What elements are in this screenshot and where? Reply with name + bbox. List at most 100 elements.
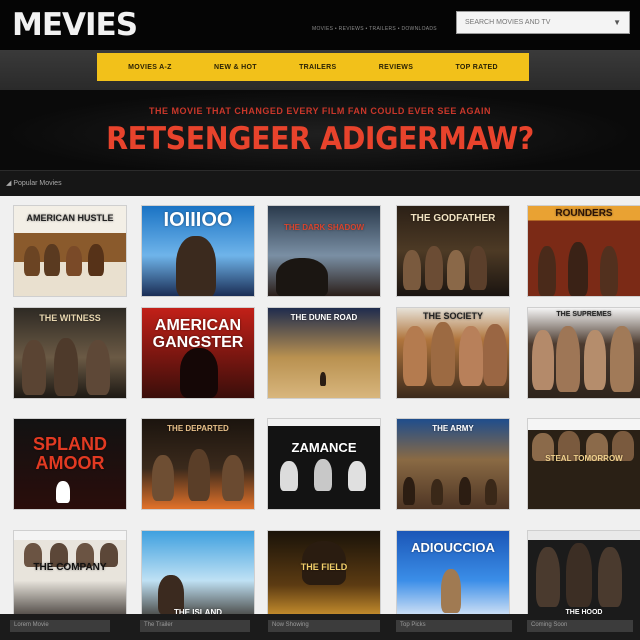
poster-title: STEAL TOMORROW — [545, 454, 623, 463]
movie-poster[interactable]: THE DARK SHADOW — [267, 205, 381, 297]
movie-poster[interactable]: THE ARMY — [396, 418, 510, 510]
poster-figure — [538, 246, 556, 296]
search-box[interactable]: ▼ — [456, 11, 630, 34]
poster-figure — [24, 246, 40, 276]
movie-poster[interactable]: THE DEPARTED — [141, 418, 255, 510]
movie-poster[interactable]: STEAL TOMORROW — [527, 418, 640, 510]
poster-figure — [222, 455, 244, 501]
poster-figure — [22, 340, 46, 395]
poster-figure — [54, 338, 78, 396]
movie-poster[interactable]: THE COMPANY — [13, 530, 127, 622]
poster-figure — [459, 326, 483, 386]
site-tagline: MOVIES • REVIEWS • TRAILERS • DOWNLOADS — [312, 26, 437, 32]
poster-figure — [441, 569, 461, 613]
poster-figure — [566, 543, 592, 607]
poster-figure — [152, 455, 174, 501]
poster-title: THE DEPARTED — [167, 424, 229, 433]
poster-title: THE DARK SHADOW — [284, 223, 364, 232]
poster-title: IOIIIOO — [163, 209, 233, 231]
poster-figure — [556, 326, 580, 392]
poster-title: THE FIELD — [300, 562, 348, 572]
bottom-strip: Lorem Movie The Trailer Now Showing Top … — [0, 614, 640, 640]
nav-item-reviews[interactable]: REVIEWS — [379, 64, 413, 71]
nav-item-trailers[interactable]: TRAILERS — [299, 64, 336, 71]
poster-title: ADIOUCCIOA — [411, 540, 495, 555]
movie-poster[interactable]: ADIOUCCIOA — [396, 530, 510, 622]
movie-poster[interactable]: THE HOOD — [527, 530, 640, 622]
hero-kicker: THE MOVIE THAT CHANGED EVERY FILM FAN CO… — [148, 106, 492, 116]
movie-poster[interactable]: ZAMANCE — [267, 418, 381, 510]
movie-poster[interactable]: SPLAND AMOOR — [13, 418, 127, 510]
movie-poster[interactable]: THE GODFATHER — [396, 205, 510, 297]
search-dropdown-icon[interactable]: ▼ — [613, 18, 621, 27]
movie-poster[interactable]: THE SUPREMES — [527, 307, 640, 399]
poster-figure — [176, 236, 216, 296]
poster-figure — [320, 372, 326, 386]
footer-link-3[interactable]: Now Showing — [272, 622, 309, 628]
nav-item-new[interactable]: NEW & HOT — [214, 64, 257, 71]
poster-figure — [56, 481, 70, 503]
movie-poster[interactable]: ROUNDERS — [527, 205, 640, 297]
movie-poster[interactable]: THE WITNESS — [13, 307, 127, 399]
poster-figure — [536, 547, 560, 607]
poster-figure — [180, 348, 218, 398]
poster-figure — [86, 340, 110, 395]
movie-poster[interactable]: AMERICAN GANGSTER — [141, 307, 255, 399]
movie-poster[interactable]: THE DUNE ROAD — [267, 307, 381, 399]
main-nav: MOVIES A-Z NEW & HOT TRAILERS REVIEWS TO… — [97, 53, 529, 81]
poster-title: AMERICAN HUSTLE — [26, 213, 114, 223]
nav-item-movies[interactable]: MOVIES A-Z — [128, 64, 172, 71]
search-input[interactable] — [465, 19, 614, 26]
movie-poster[interactable]: THE ISLAND — [141, 530, 255, 622]
poster-title: THE SOCIETY — [422, 311, 483, 321]
poster-figure — [188, 449, 210, 501]
poster-figure — [431, 479, 443, 505]
footer-link-2[interactable]: The Trailer — [144, 622, 173, 628]
footer-link-4[interactable]: Top Picks — [400, 622, 426, 628]
footer-link-5[interactable]: Coming Soon — [531, 622, 567, 628]
hero-banner[interactable]: THE MOVIE THAT CHANGED EVERY FILM FAN CO… — [0, 90, 640, 170]
poster-figure — [88, 244, 104, 276]
poster-figure — [584, 330, 606, 390]
poster-title: ZAMANCE — [291, 440, 357, 455]
poster-figure — [280, 461, 298, 491]
footer-link-1[interactable]: Lorem Movie — [14, 622, 49, 628]
poster-figure — [469, 246, 487, 290]
poster-figure — [532, 330, 554, 390]
site-logo[interactable]: MEVIES — [12, 6, 138, 44]
poster-title: THE COMPANY — [33, 562, 107, 573]
poster-figure — [568, 242, 588, 296]
poster-figure — [425, 246, 443, 290]
poster-figure — [66, 246, 82, 276]
poster-figure — [598, 547, 622, 607]
breadcrumb[interactable]: ◢ Popular Movies — [6, 179, 62, 187]
poster-figure — [403, 326, 427, 386]
nav-item-top-rated[interactable]: TOP RATED — [455, 64, 497, 71]
poster-title: THE WITNESS — [39, 313, 101, 323]
poster-figure — [276, 258, 328, 296]
poster-title: THE GODFATHER — [410, 213, 496, 224]
poster-figure — [610, 326, 634, 392]
poster-figure — [44, 244, 60, 276]
movie-poster[interactable]: AMERICAN HUSTLE — [13, 205, 127, 297]
poster-figure — [483, 324, 507, 386]
poster-title: AMERICAN GANGSTER — [152, 317, 244, 351]
poster-title: ROUNDERS — [555, 208, 613, 219]
poster-figure — [314, 459, 332, 491]
poster-figure — [447, 250, 465, 290]
poster-figure — [459, 477, 471, 505]
poster-figure — [348, 461, 366, 491]
poster-figure — [403, 250, 421, 290]
poster-figure — [403, 477, 415, 505]
poster-title: THE SUPREMES — [556, 311, 612, 318]
movie-poster[interactable]: IOIIIOO — [141, 205, 255, 297]
poster-figure — [431, 322, 455, 386]
movie-poster[interactable]: THE SOCIETY — [396, 307, 510, 399]
movie-poster[interactable]: THE FIELD — [267, 530, 381, 622]
section-bar: ◢ Popular Movies — [0, 170, 640, 196]
poster-title: THE ARMY — [432, 424, 474, 433]
hero-title: RETSENGEER ADIGERMAW? — [106, 121, 534, 157]
top-bar: MEVIES MOVIES • REVIEWS • TRAILERS • DOW… — [0, 0, 640, 50]
poster-title: THE DUNE ROAD — [290, 313, 358, 322]
poster-figure — [485, 479, 497, 505]
